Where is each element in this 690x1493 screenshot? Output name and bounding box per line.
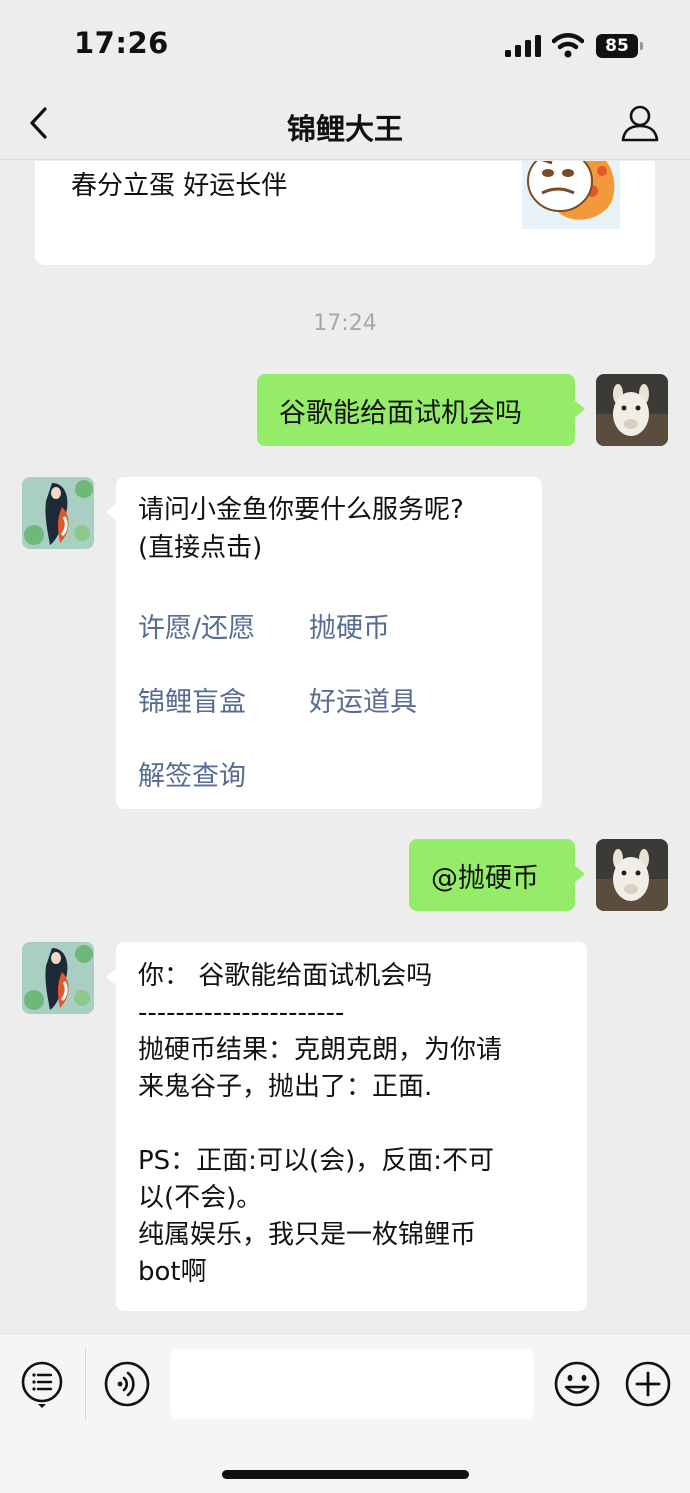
signal-icon	[505, 35, 541, 57]
status-time: 17:26	[74, 26, 169, 60]
message-input[interactable]	[170, 1349, 534, 1419]
sent-message[interactable]: 谷歌能给面试机会吗	[257, 374, 585, 446]
article-card-title: 春分立蛋 好运长伴	[71, 171, 288, 201]
battery-icon: 85	[596, 34, 644, 58]
option-wish[interactable]: 许愿/还愿	[138, 606, 255, 645]
sent-message-text: 谷歌能给面试机会吗	[279, 397, 522, 429]
sent-message-text: @抛硬币	[431, 862, 539, 894]
result-line: bot啊	[138, 1257, 207, 1287]
status-bar: 17:26 85	[0, 0, 690, 90]
bot-result-message: 你： 谷歌能给面试机会吗 ---------------------- 抛硬币结…	[106, 942, 587, 1311]
chat-title: 锦鲤大王	[286, 112, 403, 146]
user-avatar[interactable]	[596, 374, 668, 446]
result-line: 你： 谷歌能给面试机会吗	[138, 961, 433, 991]
input-bar	[0, 1333, 690, 1493]
option-fortune-lookup[interactable]: 解签查询	[138, 754, 246, 793]
menu-list-icon[interactable]	[20, 1360, 64, 1410]
option-koi-blind-box[interactable]: 锦鲤盲盒	[138, 680, 246, 719]
home-indicator[interactable]	[222, 1470, 469, 1479]
voice-icon[interactable]	[103, 1360, 151, 1408]
bot-menu-message: 请问小金鱼你要什么服务呢? (直接点击) 许愿/还愿 抛硬币 锦鲤盲盒 好运道具…	[106, 477, 542, 809]
wifi-icon	[552, 33, 584, 58]
bot-avatar[interactable]	[22, 942, 94, 1014]
bot-menu-prompt: 请问小金鱼你要什么服务呢?	[138, 495, 464, 525]
input-divider	[85, 1348, 86, 1420]
result-line: 抛硬币结果：克朗克朗，为你请	[138, 1035, 503, 1065]
article-card[interactable]: 春分立蛋 好运长伴	[35, 161, 655, 265]
koi-sticker-thumbnail	[522, 161, 620, 229]
chat-area[interactable]: 春分立蛋 好运长伴 17:24 谷歌能给面试机会吗 请问小金鱼你要什么服务呢? …	[0, 161, 690, 1333]
bot-avatar[interactable]	[22, 477, 94, 549]
bot-menu-hint: (直接点击)	[138, 533, 263, 563]
result-line: 以(不会)。	[138, 1183, 263, 1213]
result-line: PS：正面:可以(会)，反面:不可	[138, 1146, 494, 1176]
plus-icon[interactable]	[624, 1360, 672, 1408]
result-line: 来鬼谷子，抛出了：正面.	[138, 1072, 433, 1102]
nav-bar: 锦鲤大王	[0, 90, 690, 160]
result-divider: ----------------------	[138, 998, 345, 1028]
option-coin-flip[interactable]: 抛硬币	[309, 606, 390, 645]
emoji-icon[interactable]	[553, 1360, 601, 1408]
message-timestamp: 17:24	[313, 311, 377, 336]
profile-icon[interactable]	[620, 103, 660, 143]
sent-message[interactable]: @抛硬币	[409, 839, 585, 911]
user-avatar[interactable]	[596, 839, 668, 911]
result-line: 纯属娱乐，我只是一枚锦鲤币	[138, 1220, 477, 1250]
battery-level: 85	[596, 34, 638, 58]
option-lucky-items[interactable]: 好运道具	[309, 680, 417, 719]
